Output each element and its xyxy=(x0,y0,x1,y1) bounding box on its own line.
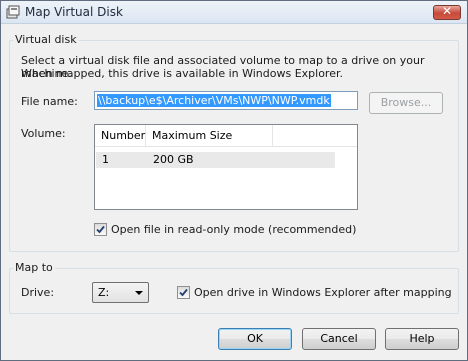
row-number: 1 xyxy=(102,153,109,166)
window-title: Map Virtual Disk xyxy=(25,5,123,19)
file-name-input[interactable]: \\backup\e$\Archiver\VMs\NWP\NWP.vmdk xyxy=(94,91,358,110)
open-explorer-checkbox[interactable] xyxy=(177,286,190,299)
virtual-disk-group-label: Virtual disk xyxy=(13,33,79,46)
browse-button[interactable]: Browse... xyxy=(369,92,443,114)
file-name-label: File name: xyxy=(21,95,78,108)
file-name-value: \\backup\e$\Archiver\VMs\NWP\NWP.vmdk xyxy=(97,94,331,107)
column-header-maximum-size[interactable]: Maximum Size xyxy=(146,125,273,146)
volume-label: Volume: xyxy=(21,127,66,140)
drive-select[interactable]: Z: xyxy=(92,282,149,303)
column-header-number[interactable]: Number xyxy=(95,125,146,146)
description-line-2: When mapped, this drive is available in … xyxy=(21,67,343,80)
map-disk-icon xyxy=(6,5,20,19)
volume-list-header: Number Maximum Size xyxy=(95,125,357,147)
checkmark-icon xyxy=(96,225,105,234)
open-explorer-label[interactable]: Open drive in Windows Explorer after map… xyxy=(194,286,452,299)
read-only-label[interactable]: Open file in read-only mode (recommended… xyxy=(111,223,356,236)
table-row[interactable]: 1 200 GB xyxy=(96,152,335,168)
map-to-group-label: Map to xyxy=(13,261,55,274)
cancel-button[interactable]: Cancel xyxy=(302,328,376,350)
read-only-checkbox[interactable] xyxy=(94,223,107,236)
title-bar: Map Virtual Disk ✕ xyxy=(1,1,467,24)
volume-list[interactable]: Number Maximum Size 1 200 GB xyxy=(94,124,358,210)
ok-button[interactable]: OK xyxy=(218,328,292,350)
map-virtual-disk-dialog: Map Virtual Disk ✕ Virtual disk Select a… xyxy=(0,0,468,361)
checkmark-icon xyxy=(179,288,188,297)
close-icon: ✕ xyxy=(441,4,453,18)
row-max-size: 200 GB xyxy=(153,153,194,166)
drive-label: Drive: xyxy=(21,286,55,299)
help-button[interactable]: Help xyxy=(385,328,459,350)
drive-select-value: Z: xyxy=(98,286,110,299)
chevron-down-icon xyxy=(135,291,143,295)
close-button[interactable]: ✕ xyxy=(433,4,461,20)
